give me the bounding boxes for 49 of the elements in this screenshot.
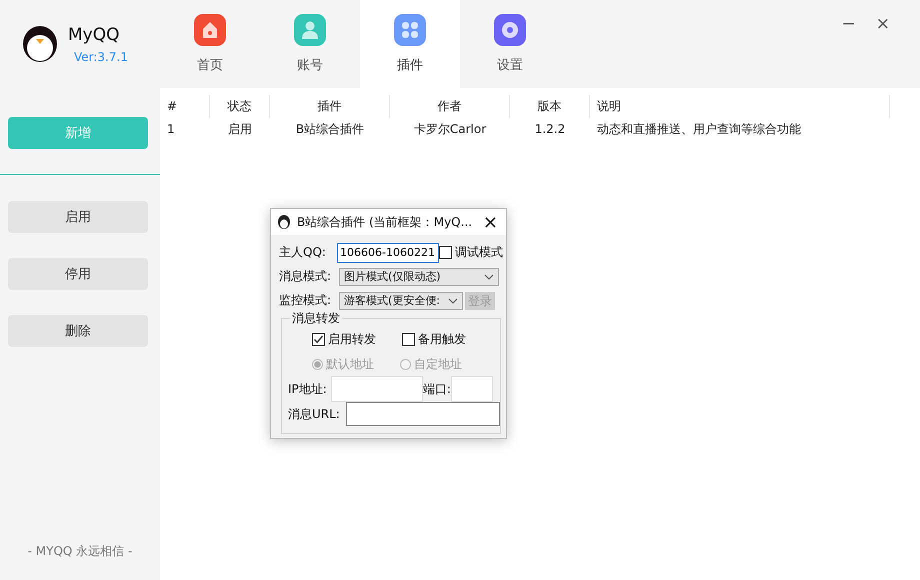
sidebar-button[interactable]: 停用 [8, 258, 148, 290]
table-cell-text: 卡罗尔Carlor [412, 121, 488, 138]
checkbox[interactable]: 调试模式 [439, 244, 503, 261]
app-version: Ver:3.7.1 [73, 50, 128, 64]
minimize-button[interactable]: − [842, 14, 856, 34]
person-icon [294, 14, 326, 46]
input-field[interactable]: 106606-1060221 [337, 242, 439, 262]
field-label: 监控模式: [279, 292, 332, 309]
checkmark-icon [313, 334, 324, 344]
table-cell-text: 启用 [227, 121, 253, 138]
sidebar-button[interactable]: 启用 [8, 201, 148, 233]
column-header: 插件 [270, 95, 390, 118]
checkbox[interactable]: 备用触发 [402, 330, 466, 348]
column-header: 状态 [210, 95, 270, 118]
field-label: 主人QQ: [279, 244, 327, 261]
dropdown[interactable]: 游客模式(更安全便: [339, 292, 463, 310]
checkbox[interactable]: 启用转发 [312, 330, 376, 348]
nav-tab[interactable]: 首页 [160, 0, 260, 88]
nav-tab[interactable]: 设置 [460, 0, 560, 88]
footer-text: - MYQQ 永远相信 - [26, 543, 134, 560]
column-header: 说明 [590, 95, 890, 118]
field-label: IP地址: [288, 380, 327, 398]
penguin-logo-icon [22, 25, 58, 63]
table-cell-text: 1 [166, 121, 176, 138]
sidebar-button[interactable]: 删除 [8, 315, 148, 347]
app-name: MyQQ [68, 24, 120, 44]
dialog-title: B站综合插件 (当前框架：MyQ... [297, 214, 472, 230]
close-button[interactable]: × [482, 212, 498, 232]
column-header: 版本 [510, 95, 590, 118]
chevron-icon [448, 298, 458, 304]
nav-tab[interactable]: 插件 [360, 0, 460, 88]
column-header: 作者 [390, 95, 510, 118]
grid-icon [394, 14, 426, 46]
column-header: # [160, 95, 210, 118]
house-icon [194, 14, 226, 46]
table-cell-text: 动态和直播推送、用户查询等综合功能 [596, 121, 802, 138]
field-label: 端口: [422, 380, 451, 398]
nav-tab[interactable]: 账号 [260, 0, 360, 88]
field-label: 消息URL: [288, 406, 340, 422]
penguin-icon [277, 214, 291, 230]
table-cell-text: B站综合插件 [294, 121, 366, 138]
dropdown[interactable]: 图片模式(仅限动态) [339, 268, 499, 286]
chevron-icon [484, 274, 494, 280]
table-cell-text: 1.2.2 [534, 121, 566, 138]
settings-icon [494, 14, 526, 46]
input-field[interactable] [346, 402, 500, 426]
close-button[interactable]: × [876, 14, 890, 34]
group-title: 消息转发 [290, 310, 342, 327]
field-label: 消息模式: [279, 268, 332, 285]
